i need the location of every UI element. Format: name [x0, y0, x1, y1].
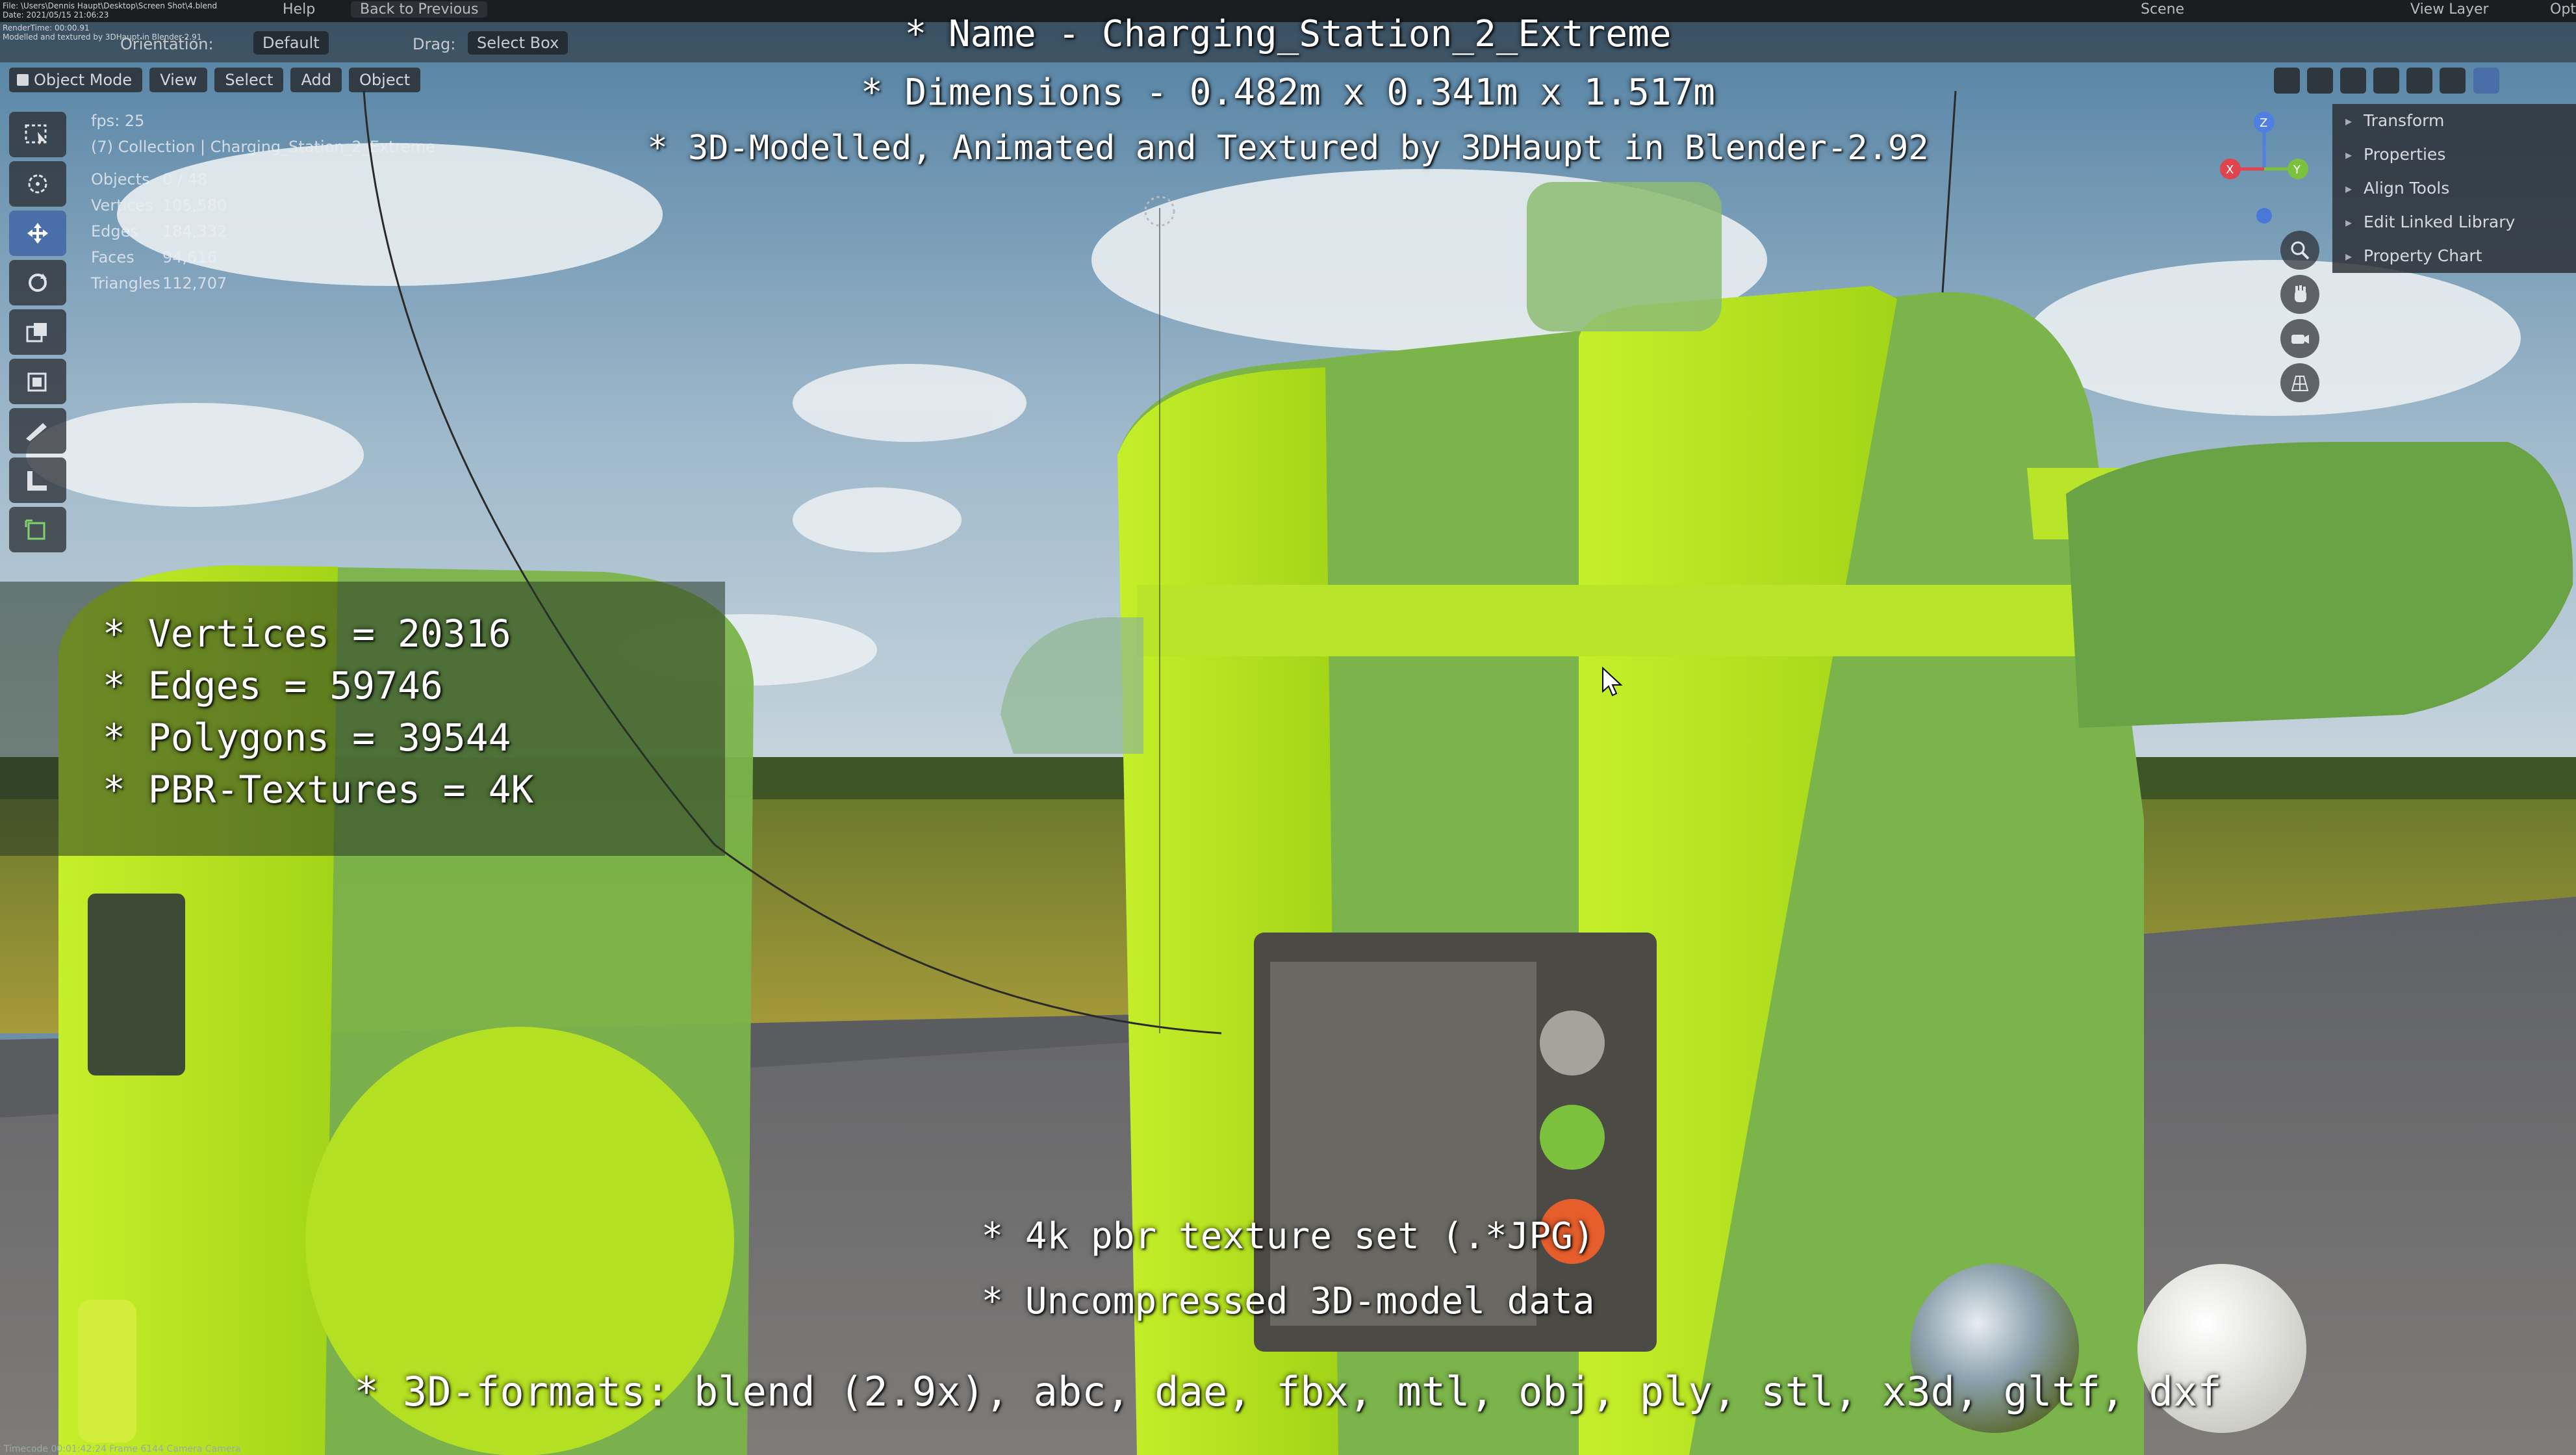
spec-vertices: * Vertices = 20316 [103, 612, 511, 656]
navigation-gizmo[interactable]: Z X Y [2199, 104, 2329, 234]
status-bar-text: Timecode 00:01:42:24 Frame 6144 Camera C… [4, 1444, 241, 1454]
stat-label: Faces [91, 248, 134, 266]
view-navigation-buttons [2280, 231, 2319, 407]
stat-label: Triangles [91, 274, 160, 292]
mouse-pointer-icon [1602, 667, 1623, 697]
camera-view-button[interactable] [2280, 319, 2319, 358]
transform-icon [27, 372, 47, 392]
sidebar-item-align-tools[interactable]: Align Tools [2332, 172, 2576, 205]
sidebar-item-properties[interactable]: Properties [2332, 138, 2576, 172]
stat-value: 184,332 [162, 222, 227, 240]
spec-polygons: * Polygons = 39544 [103, 715, 511, 760]
note-textures: * 4k pbr texture set (.*JPG) [981, 1215, 1595, 1257]
cursor-icon [28, 174, 47, 194]
stat-triangles: Triangles 112,707 [91, 274, 435, 300]
overlay-name: * Name - Charging_Station_2_Extreme [904, 13, 1672, 55]
file-info-line: File: \Users\Dennis Haupt\Desktop\Screen… [3, 1, 218, 10]
svg-text:Z: Z [2260, 116, 2267, 130]
spec-edges: * Edges = 59746 [103, 663, 443, 708]
zoom-icon [2291, 241, 2310, 260]
move-icon [27, 223, 48, 244]
sidebar-item-transform[interactable]: Transform [2332, 104, 2576, 138]
note-data: * Uncompressed 3D-model data [981, 1280, 1595, 1322]
stat-label: Objects [91, 170, 150, 188]
stat-value: 105,580 [162, 196, 227, 214]
grid-icon [2291, 376, 2309, 391]
add-cube-icon [25, 519, 45, 540]
pan-button[interactable] [2280, 275, 2319, 314]
spec-panel: * Vertices = 20316 * Edges = 59746 * Pol… [0, 582, 725, 856]
stat-value: 0 / 48 [162, 170, 208, 188]
sidebar-panel: Transform Properties Align Tools Edit Li… [2332, 104, 2576, 273]
stat-label: Edges [91, 222, 138, 240]
overlay-credit: * 3D-Modelled, Animated and Textured by … [647, 129, 1929, 168]
sidebar-item-edit-linked-library[interactable]: Edit Linked Library [2332, 205, 2576, 239]
svg-text:X: X [2226, 163, 2234, 177]
perspective-toggle-button[interactable] [2280, 363, 2319, 402]
measure-tool[interactable] [9, 457, 66, 503]
rotate-tool[interactable] [9, 260, 66, 305]
overlay-dimensions: * Dimensions - 0.482m x 0.341m x 1.517m [861, 71, 1715, 114]
camera-icon [2291, 335, 2309, 344]
stat-value: 112,707 [162, 274, 227, 292]
ruler-icon [27, 471, 47, 491]
svg-text:Y: Y [2293, 163, 2301, 177]
add-cube-tool[interactable] [9, 507, 66, 552]
cursor-tool[interactable] [9, 161, 66, 207]
stat-edges: Edges 184,332 [91, 222, 435, 248]
sidebar-item-property-chart[interactable]: Property Chart [2332, 239, 2576, 273]
tool-shelf [9, 112, 66, 556]
scale-icon [26, 323, 47, 342]
annotate-tool[interactable] [9, 408, 66, 454]
stat-value: 94,616 [162, 248, 217, 266]
rotate-icon [29, 274, 47, 292]
spec-textures: * PBR-Textures = 4K [103, 767, 534, 812]
stat-label: Vertices [91, 196, 153, 214]
pencil-icon [26, 423, 47, 441]
scale-tool[interactable] [9, 309, 66, 355]
stat-faces: Faces 94,616 [91, 248, 435, 274]
stat-objects: Objects 0 / 48 [91, 170, 435, 196]
move-tool[interactable] [9, 211, 66, 256]
formats-line: * 3D-formats: blend (2.9x), abc, dae, fb… [354, 1368, 2222, 1415]
transform-tool[interactable] [9, 359, 66, 404]
hand-icon [2295, 285, 2306, 302]
zoom-button[interactable] [2280, 231, 2319, 270]
stat-vertices: Vertices 105,580 [91, 196, 435, 222]
